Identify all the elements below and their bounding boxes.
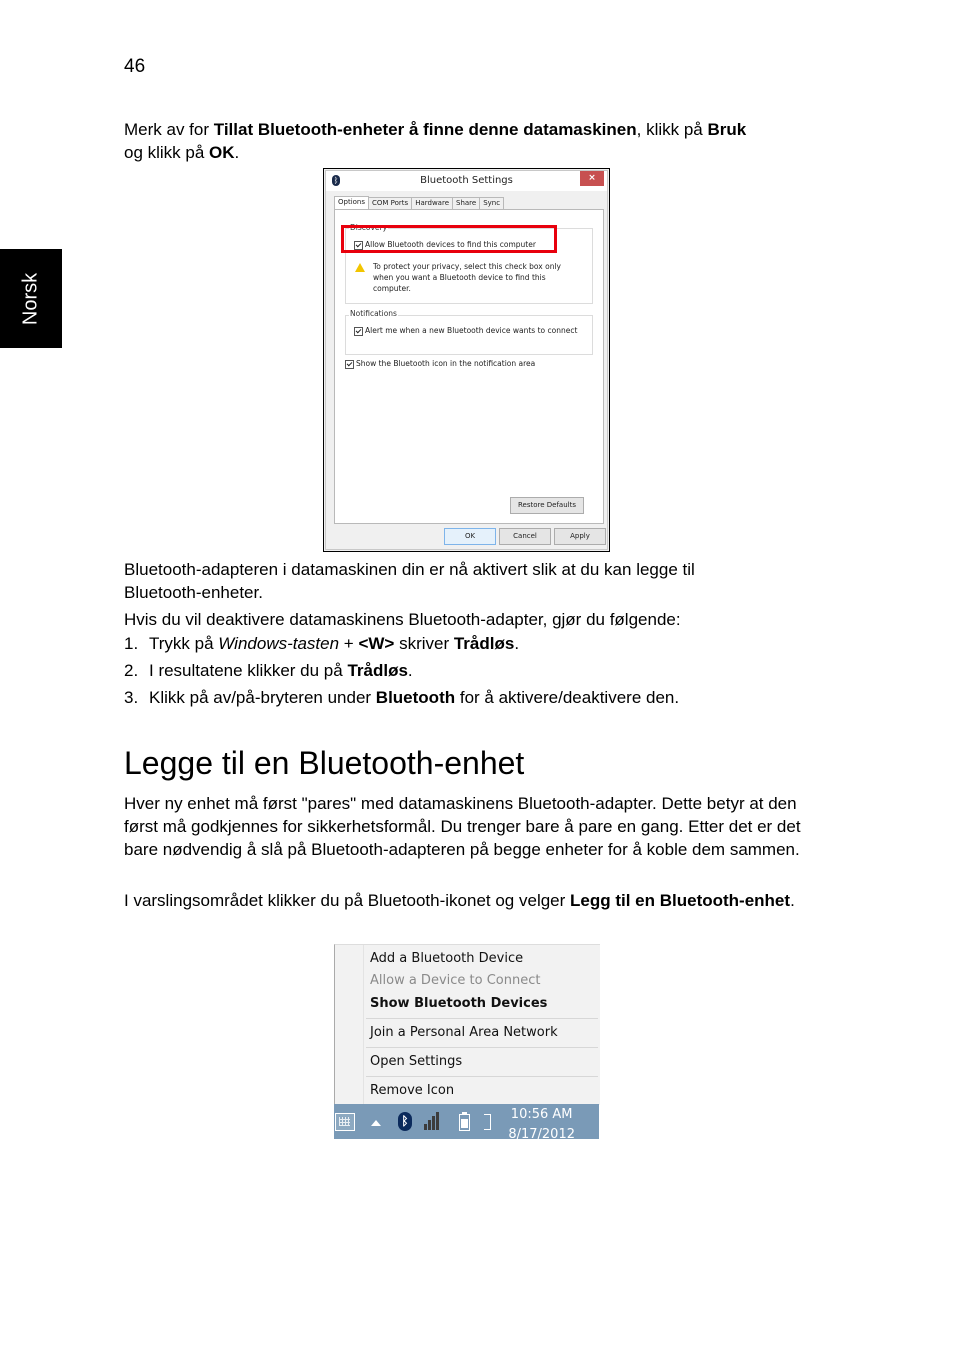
tray-clock[interactable]: 10:56 AM 8/17/2012 — [508, 1105, 575, 1145]
steps-list: 1. Trykk på Windows-tasten + <W> skriver … — [124, 630, 679, 711]
menu-separator — [366, 1076, 598, 1077]
cancel-button[interactable]: Cancel — [499, 528, 551, 545]
alert-new-device-checkbox[interactable] — [354, 326, 363, 336]
step-text: I resultatene klikker du på — [149, 661, 348, 680]
tab-share[interactable]: Share — [452, 197, 481, 209]
paragraph-line: Bluetooth-adapteren i datamaskinen din e… — [124, 560, 695, 579]
warning-icon — [355, 263, 365, 272]
step-text: . — [514, 634, 520, 653]
clock-time: 10:56 AM — [510, 1107, 573, 1122]
paragraph-text: I varslingsområdet klikker du på Bluetoo… — [124, 891, 571, 910]
intro-text: og klikk på — [124, 143, 210, 162]
alert-new-device-label: Alert me when a new Bluetooth device wan… — [365, 326, 578, 335]
taskbar: ᛒ 10:56 AM 8/17/2012 — [334, 1104, 599, 1142]
page-number: 46 — [124, 56, 146, 77]
step-item: 1. Trykk på Windows-tasten + <W> skriver … — [124, 630, 679, 657]
options-panel: Discovery Allow Bluetooth devices to fin… — [334, 209, 604, 524]
menu-item-open-settings[interactable]: Open Settings — [370, 1054, 462, 1069]
dialog-titlebar: ᛒ Bluetooth Settings × — [326, 171, 607, 191]
menu-item-allow-connect[interactable]: Allow a Device to Connect — [370, 973, 540, 988]
notification-area-paragraph: I varslingsområdet klikker du på Bluetoo… — [124, 889, 804, 912]
dialog-title: Bluetooth Settings — [420, 175, 513, 186]
step-number: 3. — [124, 688, 139, 707]
step-item: 2. I resultatene klikker du på Trådløs. — [124, 657, 679, 684]
step-bold-term: Trådløs — [453, 634, 515, 653]
dialog-tabs: Options COM Ports Hardware Share Sync — [334, 196, 505, 210]
menu-separator — [366, 1047, 598, 1048]
paragraph-text: . — [790, 891, 795, 910]
step-text: skriver — [394, 634, 454, 653]
step-key: <W> — [358, 634, 395, 653]
intro-paragraph: Merk av for Tillat Bluetooth-enheter å f… — [124, 118, 824, 164]
menu-item-show-devices[interactable]: Show Bluetooth Devices — [370, 996, 547, 1011]
disable-intro-paragraph: Hvis du vil deaktivere datamaskinens Blu… — [124, 610, 681, 629]
step-text: for å aktivere/deaktivere den. — [455, 688, 680, 707]
step-text: Klikk på av/på-bryteren under — [149, 688, 376, 707]
step-bold-term: Bluetooth — [375, 688, 456, 707]
step-number: 2. — [124, 661, 139, 680]
step-bold-term: Trådløs — [347, 661, 408, 680]
menu-item-remove-icon[interactable]: Remove Icon — [370, 1083, 454, 1098]
touch-keyboard-icon[interactable] — [335, 1113, 355, 1131]
close-button[interactable]: × — [580, 171, 604, 186]
tab-options[interactable]: Options — [334, 196, 370, 210]
step-text: Trykk på — [149, 634, 219, 653]
highlight-box — [341, 225, 557, 253]
language-side-tab-label: Norsk — [19, 272, 42, 325]
show-icon-label: Show the Bluetooth icon in the notificat… — [356, 359, 536, 368]
apply-button[interactable]: Apply — [554, 528, 606, 545]
tab-sync[interactable]: Sync — [479, 197, 505, 209]
ok-button[interactable]: OK — [444, 528, 496, 545]
menu-item-add-device[interactable]: Add a Bluetooth Device — [370, 951, 523, 966]
section-heading: Legge til en Bluetooth-enhet — [124, 745, 525, 781]
intro-text: . — [234, 143, 240, 162]
volume-icon[interactable] — [484, 1114, 491, 1130]
tab-hardware[interactable]: Hardware — [411, 197, 453, 209]
menu-item-join-pan[interactable]: Join a Personal Area Network — [370, 1025, 558, 1040]
intro-bold-ok: OK — [209, 143, 235, 162]
show-icon-row[interactable]: Show the Bluetooth icon in the notificat… — [345, 359, 535, 369]
bluetooth-tray-icon[interactable]: ᛒ — [398, 1112, 412, 1131]
paragraph-bold-term: Legg til en Bluetooth-enhet — [570, 891, 791, 910]
step-text: + — [339, 634, 359, 653]
paragraph-line: Bluetooth-enheter. — [124, 583, 263, 602]
intro-text: Merk av for — [124, 120, 214, 139]
language-side-tab: Norsk — [0, 249, 62, 348]
show-icon-checkbox[interactable] — [345, 359, 354, 369]
clock-date: 8/17/2012 — [508, 1127, 575, 1142]
notifications-label: Notifications — [349, 309, 398, 318]
intro-bold-option: Tillat Bluetooth-enheter å finne denne d… — [213, 120, 637, 139]
menu-gutter — [363, 945, 364, 1105]
adapter-enabled-paragraph: Bluetooth-adapteren i datamaskinen din e… — [124, 558, 824, 604]
network-signal-icon[interactable] — [424, 1112, 440, 1130]
menu-separator — [366, 1018, 598, 1019]
intro-text: , klikk på — [636, 120, 708, 139]
pairing-paragraph: Hver ny enhet må først "pares" med datam… — [124, 794, 801, 859]
step-key-name: Windows-tasten — [218, 634, 340, 653]
restore-defaults-button[interactable]: Restore Defaults — [510, 497, 584, 514]
tab-com-ports[interactable]: COM Ports — [368, 197, 413, 209]
alert-new-device-row[interactable]: Alert me when a new Bluetooth device wan… — [354, 326, 577, 336]
step-item: 3. Klikk på av/på-bryteren under Bluetoot… — [124, 684, 679, 711]
step-text: . — [407, 661, 413, 680]
battery-icon[interactable] — [459, 1112, 470, 1131]
privacy-warning-text: To protect your privacy, select this che… — [373, 262, 561, 293]
show-hidden-icons-icon[interactable] — [371, 1120, 381, 1126]
bluetooth-context-menu: Add a Bluetooth Device Allow a Device to… — [334, 944, 600, 1105]
step-number: 1. — [124, 634, 139, 653]
intro-bold-apply: Bruk — [707, 120, 747, 139]
